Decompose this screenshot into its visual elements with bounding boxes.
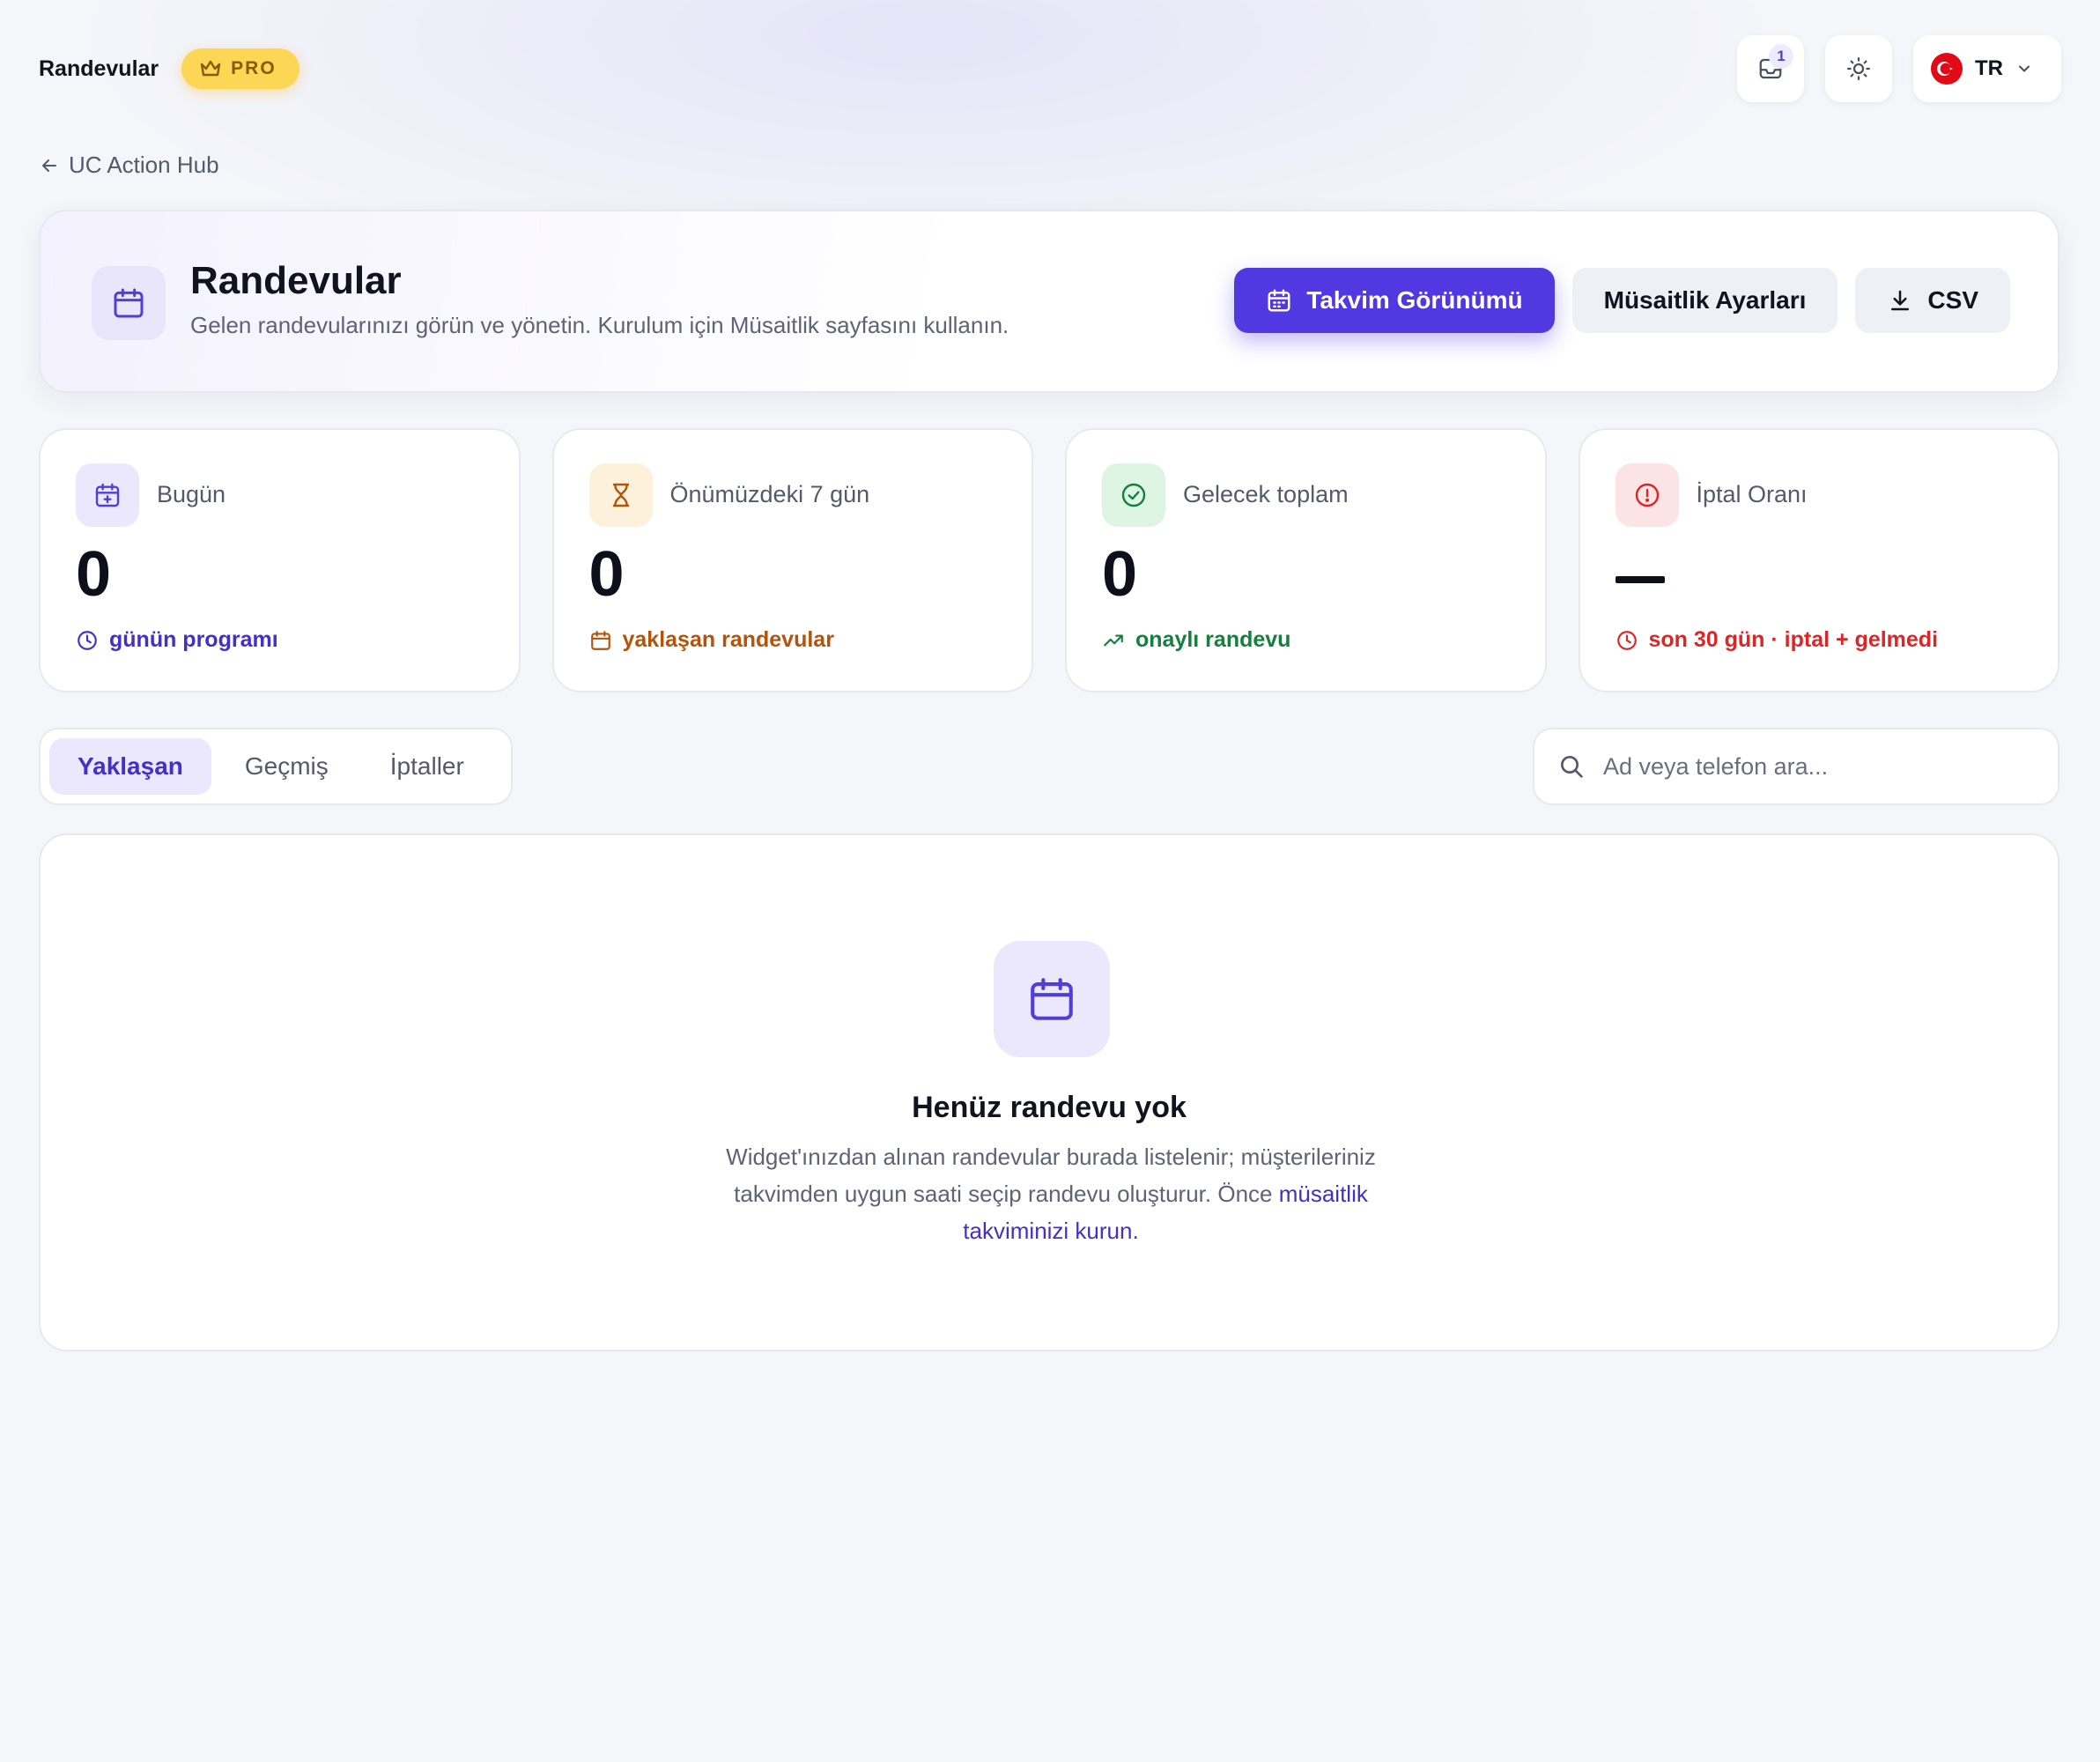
language-code: TR xyxy=(1975,56,2003,80)
stat-footer: günün programı xyxy=(76,627,278,653)
calendar-icon xyxy=(590,630,610,650)
pro-badge[interactable]: PRO xyxy=(181,48,299,89)
stat-footer-text: günün programı xyxy=(109,627,278,652)
header-card: Randevular Gelen randevularınızı görün v… xyxy=(39,210,2059,393)
sun-icon xyxy=(1847,57,1870,80)
stat-value-empty-dash xyxy=(1615,576,1665,583)
appointment-tabs: Yaklaşan Geçmiş İptaller xyxy=(39,728,513,805)
back-link[interactable]: UC Action Hub xyxy=(39,152,219,179)
stat-label: Gelecek toplam xyxy=(1183,481,1349,507)
top-bar: Randevular PRO 1 TR xyxy=(39,33,2061,104)
stat-footer: son 30 gün · iptal + gelmedi xyxy=(1616,627,1939,653)
stats-row: Bugün 0 günün programı Önümüzdeki 7 gün … xyxy=(39,428,2059,692)
back-link-label: UC Action Hub xyxy=(69,152,219,178)
check-circle-icon xyxy=(1121,483,1146,507)
stat-value: 0 xyxy=(1102,539,1138,610)
stat-card-today: Bugün 0 günün programı xyxy=(39,428,521,692)
language-selector[interactable]: TR xyxy=(1913,35,2061,102)
stat-footer: onaylı randevu xyxy=(1102,627,1290,653)
alert-circle-icon xyxy=(1635,483,1659,507)
stat-footer-text: onaylı randevu xyxy=(1135,627,1291,652)
stat-icon-badge xyxy=(1102,463,1165,527)
availability-settings-button[interactable]: Müsaitlik Ayarları xyxy=(1571,268,1838,333)
stat-value: 0 xyxy=(76,539,112,610)
calendar-view-button[interactable]: Takvim Görünümü xyxy=(1234,268,1555,333)
calendar-view-label: Takvim Görünümü xyxy=(1306,286,1523,314)
notification-count: 1 xyxy=(1769,44,1793,69)
csv-export-button[interactable]: CSV xyxy=(1855,268,2010,333)
page-subtitle: Gelen randevularınızı görün ve yönetin. … xyxy=(190,312,1009,338)
hourglass-icon xyxy=(612,483,629,507)
search-input[interactable] xyxy=(1603,752,2035,781)
page-title: Randevular xyxy=(190,259,402,302)
stat-footer-text: son 30 gün · iptal + gelmedi xyxy=(1648,627,1939,652)
stat-value: 0 xyxy=(588,539,625,610)
app-title: Randevular xyxy=(39,56,159,81)
top-right-controls: 1 TR xyxy=(1737,35,2061,102)
arrow-left-icon xyxy=(42,159,56,172)
crown-icon xyxy=(200,60,221,77)
stat-card-next-7-days: Önümüzdeki 7 gün 0 yaklaşan randevular xyxy=(551,428,1033,692)
theme-toggle-button[interactable] xyxy=(1825,35,1892,102)
search-box xyxy=(1533,728,2059,805)
trending-up-icon xyxy=(1104,634,1123,646)
stat-card-future-total: Gelecek toplam 0 onaylı randevu xyxy=(1065,428,1547,692)
availability-settings-label: Müsaitlik Ayarları xyxy=(1603,286,1807,314)
header-actions: Takvim Görünümü Müsaitlik Ayarları CSV xyxy=(1234,268,2010,333)
appointments-list-empty: Henüz randevu yok Widget'ınızdan alınan … xyxy=(39,833,2059,1351)
calendar-grid-icon xyxy=(1268,289,1290,312)
stat-footer: yaklaşan randevular xyxy=(589,627,834,653)
empty-state-text-after: . xyxy=(1132,1218,1139,1244)
download-icon xyxy=(1891,290,1910,311)
header-calendar-badge xyxy=(92,266,166,340)
stat-icon-badge xyxy=(76,463,139,527)
tab-cancellations[interactable]: İptaller xyxy=(362,738,492,795)
pro-label: PRO xyxy=(231,58,277,78)
clock-icon xyxy=(78,630,97,650)
stat-icon-badge xyxy=(1615,463,1679,527)
empty-state-text: Widget'ınızdan alınan randevular burada … xyxy=(692,1138,1409,1249)
tab-past[interactable]: Geçmiş xyxy=(217,738,357,795)
appointments-page: Randevular PRO 1 TR UC Action Hub Randev… xyxy=(0,0,2100,1762)
empty-state-title: Henüz randevu yok xyxy=(912,1091,1187,1124)
chevron-down-icon xyxy=(2019,65,2030,72)
inbox-button[interactable]: 1 xyxy=(1737,35,1804,102)
calendar-icon xyxy=(1031,978,1073,1020)
empty-state-badge xyxy=(994,941,1110,1057)
stat-icon-badge xyxy=(588,463,653,527)
calendar-plus-icon xyxy=(95,483,120,507)
clock-icon xyxy=(1616,630,1637,650)
calendar-icon xyxy=(114,288,144,318)
stat-card-cancellation-rate: İptal Oranı son 30 gün · iptal + gelmedi xyxy=(1578,428,2059,692)
stat-footer-text: yaklaşan randevular xyxy=(622,627,834,652)
search-icon xyxy=(1561,756,1583,778)
stat-label: Önümüzdeki 7 gün xyxy=(669,481,870,507)
stat-label: Bugün xyxy=(157,481,226,507)
stat-label: İptal Oranı xyxy=(1696,481,1808,507)
turkey-flag-icon xyxy=(1931,53,1963,85)
csv-label: CSV xyxy=(1927,286,1978,314)
tab-upcoming[interactable]: Yaklaşan xyxy=(49,738,211,795)
